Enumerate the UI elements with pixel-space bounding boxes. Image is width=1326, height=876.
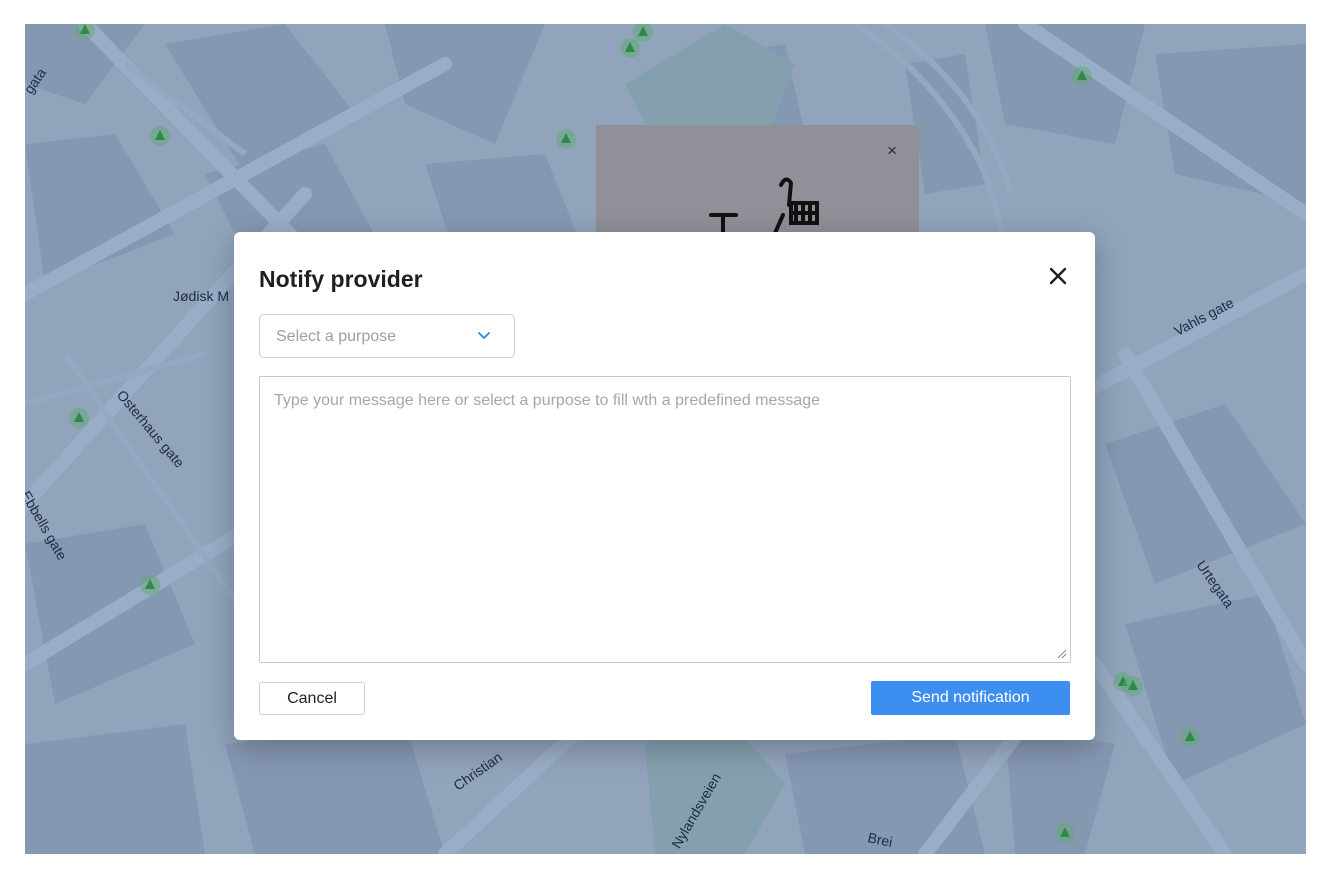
street-label: Jødisk M xyxy=(173,288,229,304)
message-textarea[interactable]: Type your message here or select a purpo… xyxy=(259,376,1071,663)
dialog-title: Notify provider xyxy=(259,266,423,292)
message-placeholder: Type your message here or select a purpo… xyxy=(274,392,821,409)
map-pin[interactable] xyxy=(1123,676,1143,696)
resize-handle-icon[interactable] xyxy=(1057,649,1067,659)
send-notification-button[interactable]: Send notification xyxy=(871,681,1070,715)
map-pin[interactable] xyxy=(69,408,89,428)
map-pin[interactable] xyxy=(620,38,640,58)
popup-close-button[interactable]: × xyxy=(887,141,897,161)
bike-icon xyxy=(709,177,819,235)
close-icon[interactable] xyxy=(1048,266,1068,286)
chevron-down-icon xyxy=(478,332,490,339)
map-pin[interactable] xyxy=(1180,727,1200,747)
map-pin[interactable] xyxy=(556,129,576,149)
cancel-button[interactable]: Cancel xyxy=(259,682,365,715)
purpose-select[interactable]: Select a purpose xyxy=(259,314,515,358)
notify-provider-dialog: Notify provider Select a purpose Type yo… xyxy=(234,232,1095,740)
map-pin[interactable] xyxy=(140,575,160,595)
map-pin[interactable] xyxy=(1072,66,1092,86)
purpose-select-placeholder: Select a purpose xyxy=(276,328,397,345)
map-pin[interactable] xyxy=(1055,823,1075,843)
map-pin[interactable] xyxy=(150,126,170,146)
